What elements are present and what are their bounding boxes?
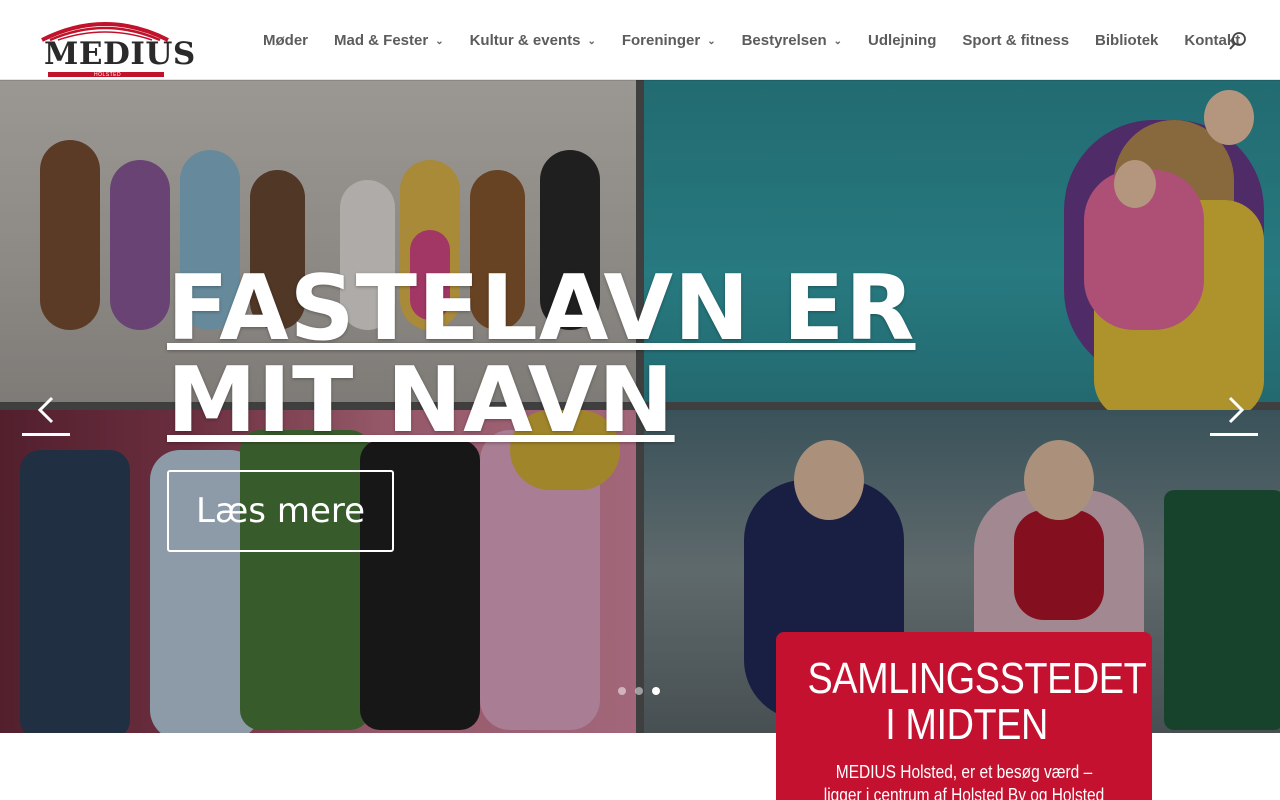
nav-item-label: Møder [263,31,308,49]
nav-item-label: Kultur & events [469,31,581,49]
hero-title: FASTELAVN ER MIT NAVN [167,263,1067,447]
nav-item-mad-fester[interactable]: Mad & Fester ⌄ [321,28,457,52]
slider-next-button[interactable] [1210,390,1258,436]
site-header: MEDIUS HOLSTED Møder Mad & Fester ⌄ Kultu… [0,0,1280,80]
nav-item-moder[interactable]: Møder [250,28,321,52]
info-card: SAMLINGSSTEDET I MIDTEN MEDIUS Holsted, … [776,632,1152,800]
chevron-down-icon: ⌄ [833,35,843,47]
read-more-button[interactable]: Læs mere [167,470,394,552]
slider-prev-underline [22,433,70,436]
chevron-down-icon: ⌄ [435,35,444,47]
nav-item-sport-fitness[interactable]: Sport & fitness [949,28,1082,52]
slider-dot-1[interactable] [618,687,626,695]
nav-item-label: Udlejning [868,31,937,49]
slider-dot-3[interactable] [652,687,660,695]
chevron-down-icon: ⌄ [707,35,716,47]
info-card-text: MEDIUS Holsted, er et besøg værd – ligge… [823,762,1105,800]
search-icon[interactable] [1228,31,1248,51]
nav-item-label: Sport & fitness [962,31,1070,49]
nav-item-bestyrelsen[interactable]: Bestyrelsen ⌄ [729,28,855,52]
nav-item-kultur-events[interactable]: Kultur & events ⌄ [457,28,609,52]
slider-dot-2[interactable] [635,687,643,695]
info-card-title: SAMLINGSSTEDET I MIDTEN [802,654,1147,749]
slider-pagination [618,687,660,695]
nav-item-foreninger[interactable]: Foreninger ⌄ [609,28,729,52]
hero-title-text[interactable]: FASTELAVN ER MIT NAVN [167,256,915,453]
main-nav: Møder Mad & Fester ⌄ Kultur & events ⌄ For… [250,28,1253,52]
info-card-title-line2: I MIDTEN [885,700,1048,749]
nav-item-label: Bestyrelsen [741,31,827,49]
nav-item-bibliotek[interactable]: Bibliotek [1082,28,1171,52]
chevron-left-icon [37,396,54,424]
logo-subtext: HOLSTED [94,72,122,78]
nav-item-label: Bibliotek [1095,31,1159,49]
site-logo[interactable]: MEDIUS HOLSTED [32,14,195,80]
nav-item-udlejning[interactable]: Udlejning [855,28,949,52]
chevron-right-icon [1228,396,1245,424]
slider-next-underline [1210,433,1258,436]
chevron-down-icon: ⌄ [587,35,596,47]
nav-item-label: Foreninger [621,31,701,49]
info-card-title-line1: SAMLINGSSTEDET [807,654,1147,703]
slider-prev-button[interactable] [22,390,70,436]
nav-item-label: Mad & Fester [334,31,429,49]
logo-text: MEDIUS [44,36,196,72]
